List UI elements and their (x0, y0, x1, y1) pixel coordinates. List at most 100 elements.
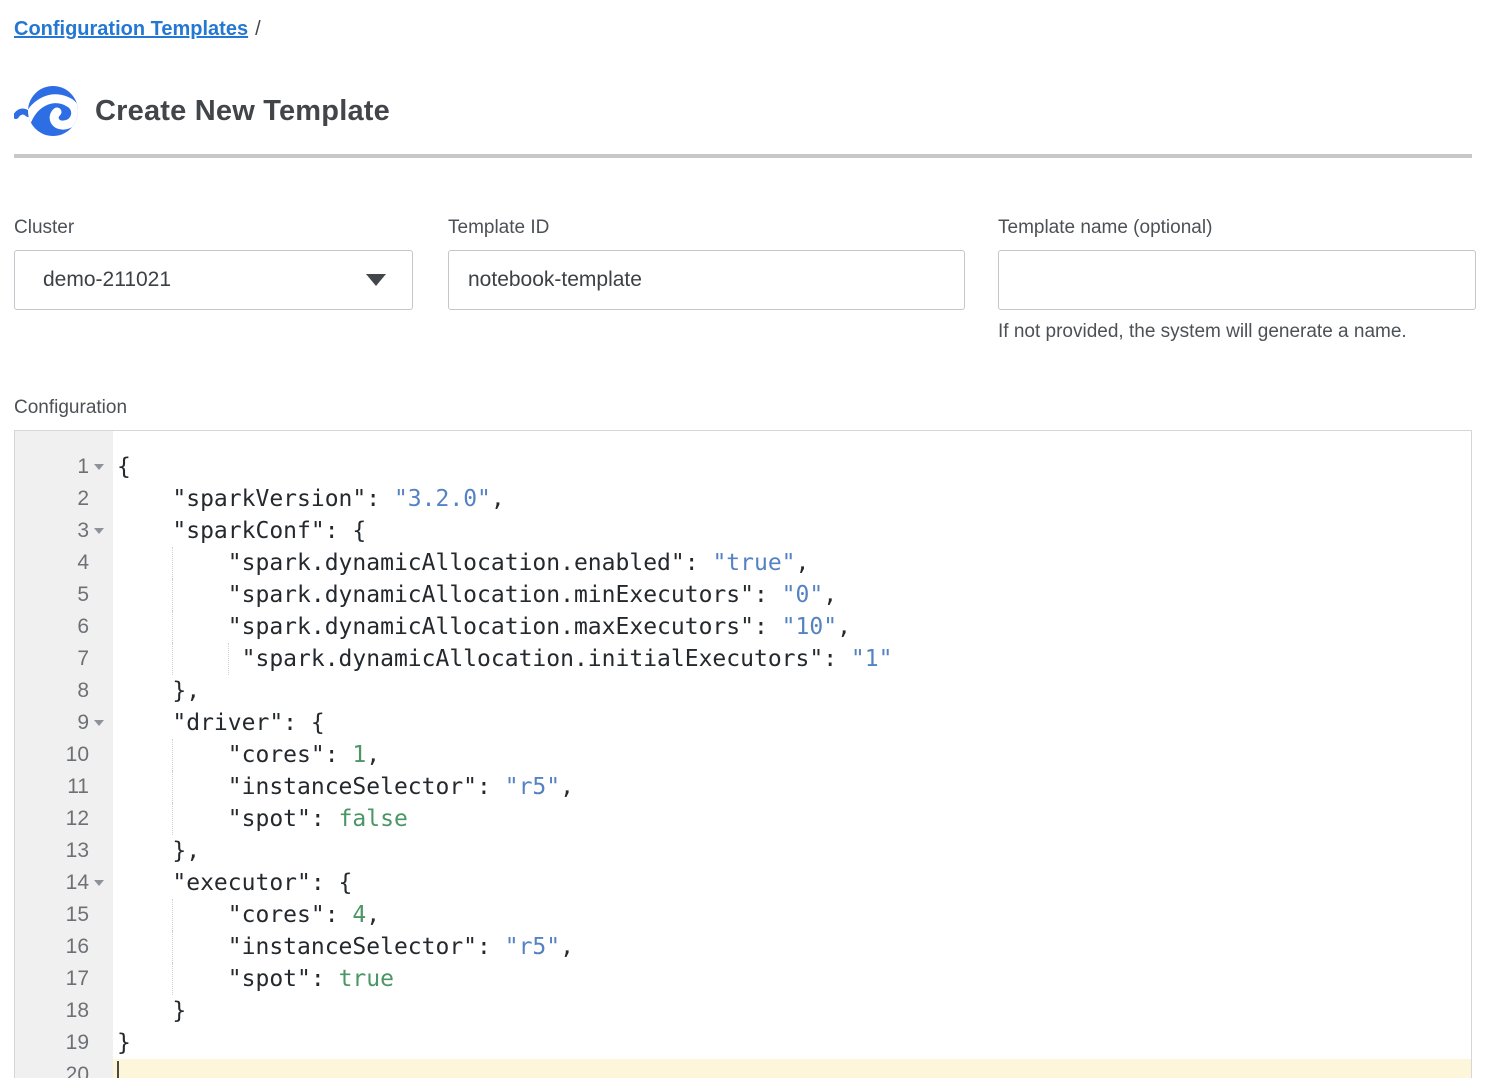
line-number: 11 (67, 775, 89, 799)
create-template-page: Configuration Templates / Create New Temp… (0, 0, 1486, 1078)
configuration-label: Configuration (14, 396, 1486, 420)
indent-guide (172, 547, 173, 579)
code-line: "spot": true (113, 963, 1471, 995)
gutter-cell: 2 (15, 483, 113, 515)
code-line: "driver": { (113, 707, 1471, 739)
gutter-cell: 12 (15, 803, 113, 835)
breadcrumb-separator: / (255, 18, 261, 40)
configuration-section: Configuration 12345678910111213141516171… (14, 396, 1486, 1078)
cluster-field: Cluster demo-211021 (14, 216, 413, 310)
gutter-cell: 20 (15, 1059, 113, 1078)
code-line: }, (113, 675, 1471, 707)
text-cursor (117, 1061, 119, 1078)
line-number: 1 (77, 455, 89, 479)
page-title: Create New Template (95, 95, 390, 128)
code-line (113, 1059, 1471, 1078)
indent-guide (172, 963, 173, 995)
code-line: "executor": { (113, 867, 1471, 899)
line-number: 3 (77, 519, 89, 543)
indent-guide (172, 771, 173, 803)
indent-guide (172, 739, 173, 771)
fold-caret-icon[interactable] (94, 528, 104, 534)
line-number: 16 (66, 935, 89, 959)
indent-guide (172, 803, 173, 835)
code-line: "instanceSelector": "r5", (113, 931, 1471, 963)
gutter-cell: 10 (15, 739, 113, 771)
indent-guide (172, 931, 173, 963)
indent-guide (172, 899, 173, 931)
gutter-cell: 15 (15, 899, 113, 931)
cluster-select[interactable]: demo-211021 (14, 250, 413, 310)
code-line: "spark.dynamicAllocation.maxExecutors": … (113, 611, 1471, 643)
gutter-cell: 1 (15, 451, 113, 483)
code-line: "sparkConf": { (113, 515, 1471, 547)
code-line: "cores": 1, (113, 739, 1471, 771)
fold-caret-icon[interactable] (94, 464, 104, 470)
line-number: 15 (66, 903, 89, 927)
gutter-cell: 16 (15, 931, 113, 963)
code-line: }, (113, 835, 1471, 867)
fold-caret-icon[interactable] (94, 880, 104, 886)
code-line: "cores": 4, (113, 899, 1471, 931)
code-line: "spot": false (113, 803, 1471, 835)
line-number: 17 (66, 967, 89, 991)
breadcrumb-link-configuration-templates[interactable]: Configuration Templates (14, 18, 248, 40)
ocean-wave-logo-icon (14, 84, 78, 138)
line-number: 9 (77, 711, 89, 735)
editor-code[interactable]: { "sparkVersion": "3.2.0", "sparkConf": … (113, 431, 1471, 1078)
template-name-hint: If not provided, the system will generat… (998, 320, 1476, 344)
line-number: 6 (77, 615, 89, 639)
indent-guide (228, 643, 229, 675)
gutter-cell: 6 (15, 611, 113, 643)
line-number: 2 (77, 487, 89, 511)
line-number: 12 (66, 807, 89, 831)
gutter-cell: 4 (15, 547, 113, 579)
template-id-input[interactable] (448, 250, 965, 310)
code-line: "spark.dynamicAllocation.initialExecutor… (113, 643, 1471, 675)
code-line: "instanceSelector": "r5", (113, 771, 1471, 803)
gutter-cell: 13 (15, 835, 113, 867)
line-number: 19 (66, 1031, 89, 1055)
gutter-cell: 5 (15, 579, 113, 611)
template-id-label: Template ID (448, 216, 965, 240)
line-number: 18 (66, 999, 89, 1023)
line-number: 5 (77, 583, 89, 607)
gutter-cell: 7 (15, 643, 113, 675)
gutter-cell: 11 (15, 771, 113, 803)
cluster-label: Cluster (14, 216, 413, 240)
gutter-cell: 3 (15, 515, 113, 547)
indent-guide (172, 643, 173, 675)
line-number: 14 (66, 871, 89, 895)
gutter-cell: 19 (15, 1027, 113, 1059)
config-editor[interactable]: 1234567891011121314151617181920 { "spark… (14, 430, 1472, 1078)
template-name-field: Template name (optional) If not provided… (998, 216, 1476, 344)
fold-caret-icon[interactable] (94, 720, 104, 726)
template-name-label: Template name (optional) (998, 216, 1476, 240)
gutter-cell: 18 (15, 995, 113, 1027)
indent-guide (172, 579, 173, 611)
code-line: "spark.dynamicAllocation.enabled": "true… (113, 547, 1471, 579)
line-number: 20 (66, 1063, 89, 1078)
page-header: Create New Template (14, 84, 1486, 138)
gutter-cell: 17 (15, 963, 113, 995)
code-line: } (113, 995, 1471, 1027)
cluster-selected-value: demo-211021 (43, 268, 171, 292)
header-divider (14, 154, 1472, 158)
gutter-cell: 8 (15, 675, 113, 707)
template-id-field: Template ID (448, 216, 965, 310)
code-line: } (113, 1027, 1471, 1059)
breadcrumb: Configuration Templates / (14, 16, 1486, 42)
line-number: 7 (77, 647, 89, 671)
editor-gutter: 1234567891011121314151617181920 (15, 431, 113, 1078)
line-number: 13 (66, 839, 89, 863)
code-line: { (113, 451, 1471, 483)
gutter-cell: 9 (15, 707, 113, 739)
template-name-input[interactable] (998, 250, 1476, 310)
code-line: "sparkVersion": "3.2.0", (113, 483, 1471, 515)
line-number: 8 (77, 679, 89, 703)
template-form: Cluster demo-211021 Template ID Template… (14, 216, 1486, 344)
code-line: "spark.dynamicAllocation.minExecutors": … (113, 579, 1471, 611)
gutter-cell: 14 (15, 867, 113, 899)
indent-guide (172, 611, 173, 643)
line-number: 10 (66, 743, 89, 767)
